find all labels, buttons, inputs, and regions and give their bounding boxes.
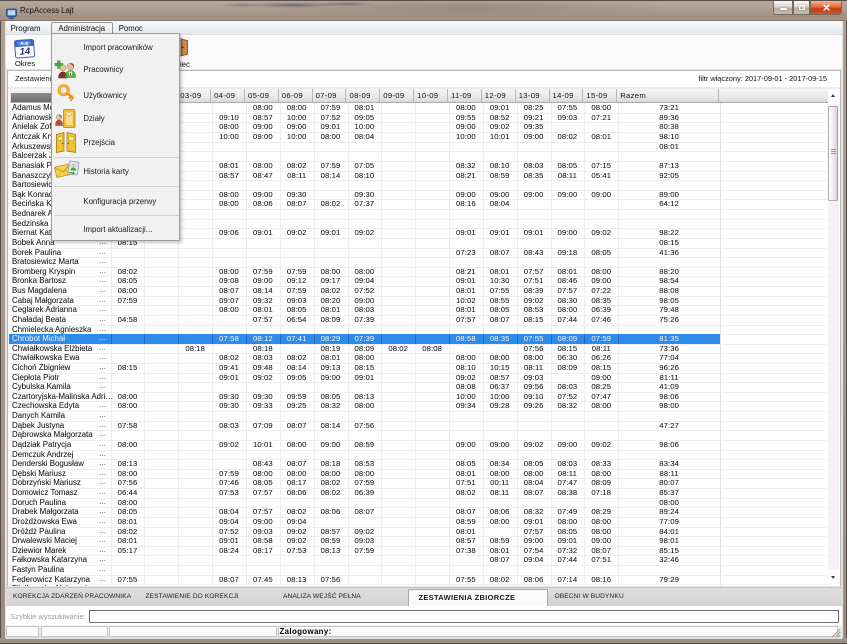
svg-text:14: 14 bbox=[19, 45, 31, 57]
svg-text:Aug: Aug bbox=[20, 40, 29, 46]
